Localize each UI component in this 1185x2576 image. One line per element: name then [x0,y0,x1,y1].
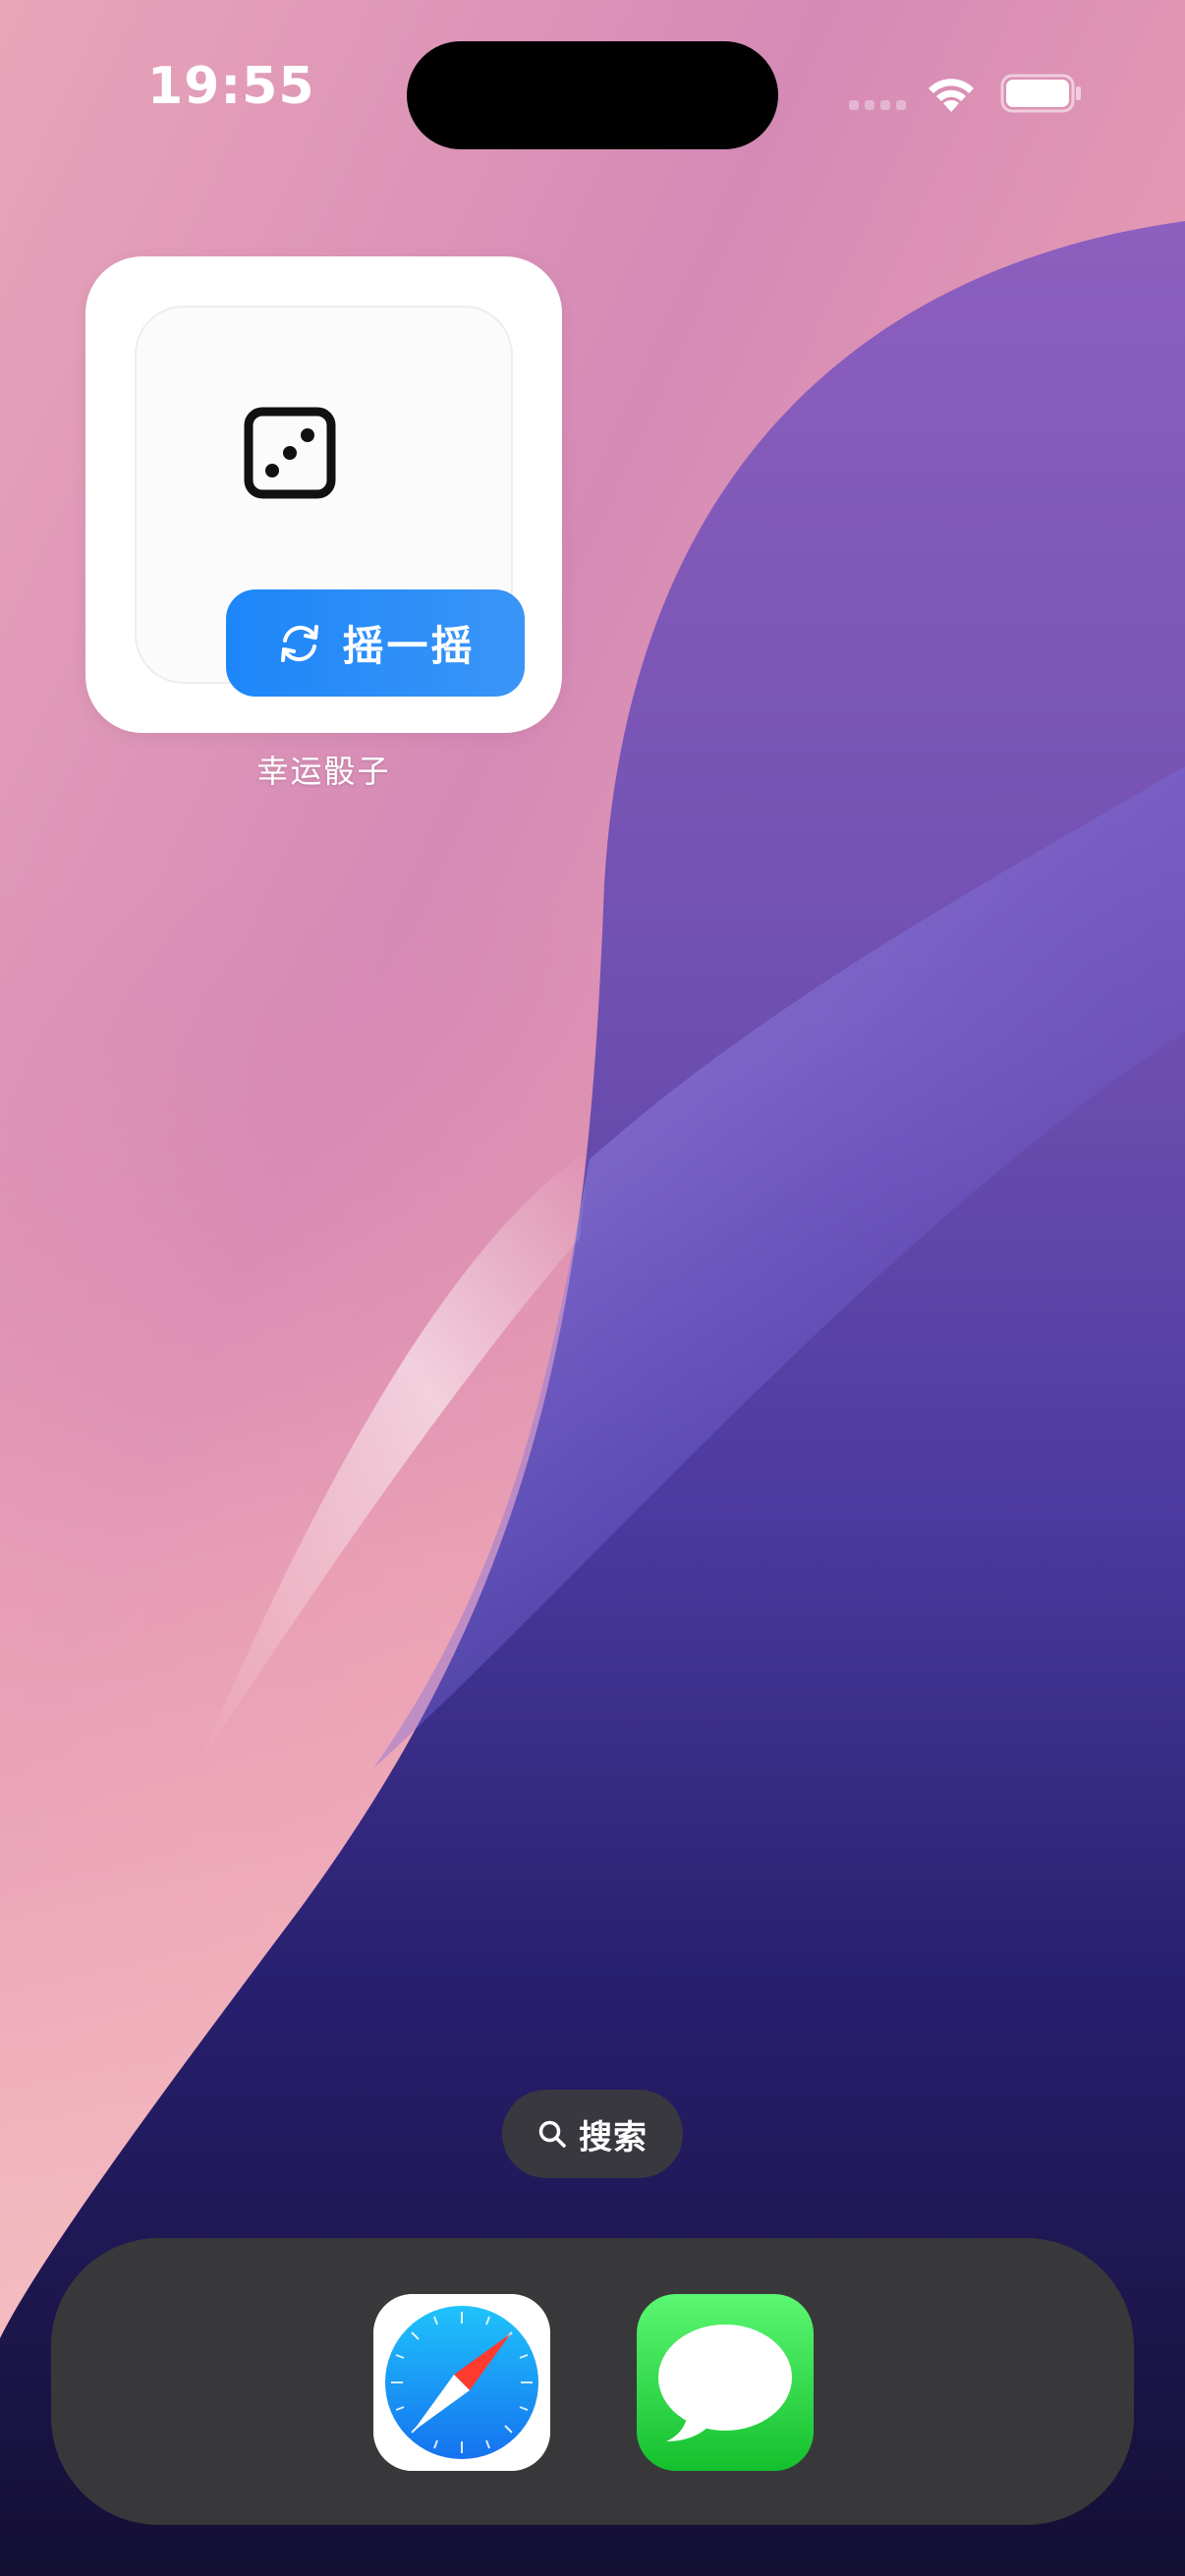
battery-icon [1000,74,1081,113]
home-search-button[interactable]: 搜索 [502,2090,683,2178]
safari-app[interactable] [373,2294,550,2471]
messages-icon [658,2324,792,2441]
wifi-icon [929,79,974,112]
safari-icon [373,2294,550,2471]
shake-button-label: 摇一摇 [342,622,476,670]
search-label: 搜索 [579,2117,648,2157]
refresh-icon [281,624,319,662]
lucky-dice-widget[interactable]: 摇一摇 [85,256,562,733]
dynamic-island [407,41,778,149]
dice-three-icon [244,407,336,499]
widget-caption: 幸运骰子 [256,753,391,790]
widget-card: 摇一摇 [135,306,525,697]
dock [51,2238,1134,2525]
cellular-signal-icon [849,100,906,110]
status-time: 19:55 [147,57,315,116]
search-icon [538,2120,566,2148]
messages-app[interactable] [637,2294,814,2471]
shake-button[interactable]: 摇一摇 [226,589,525,697]
